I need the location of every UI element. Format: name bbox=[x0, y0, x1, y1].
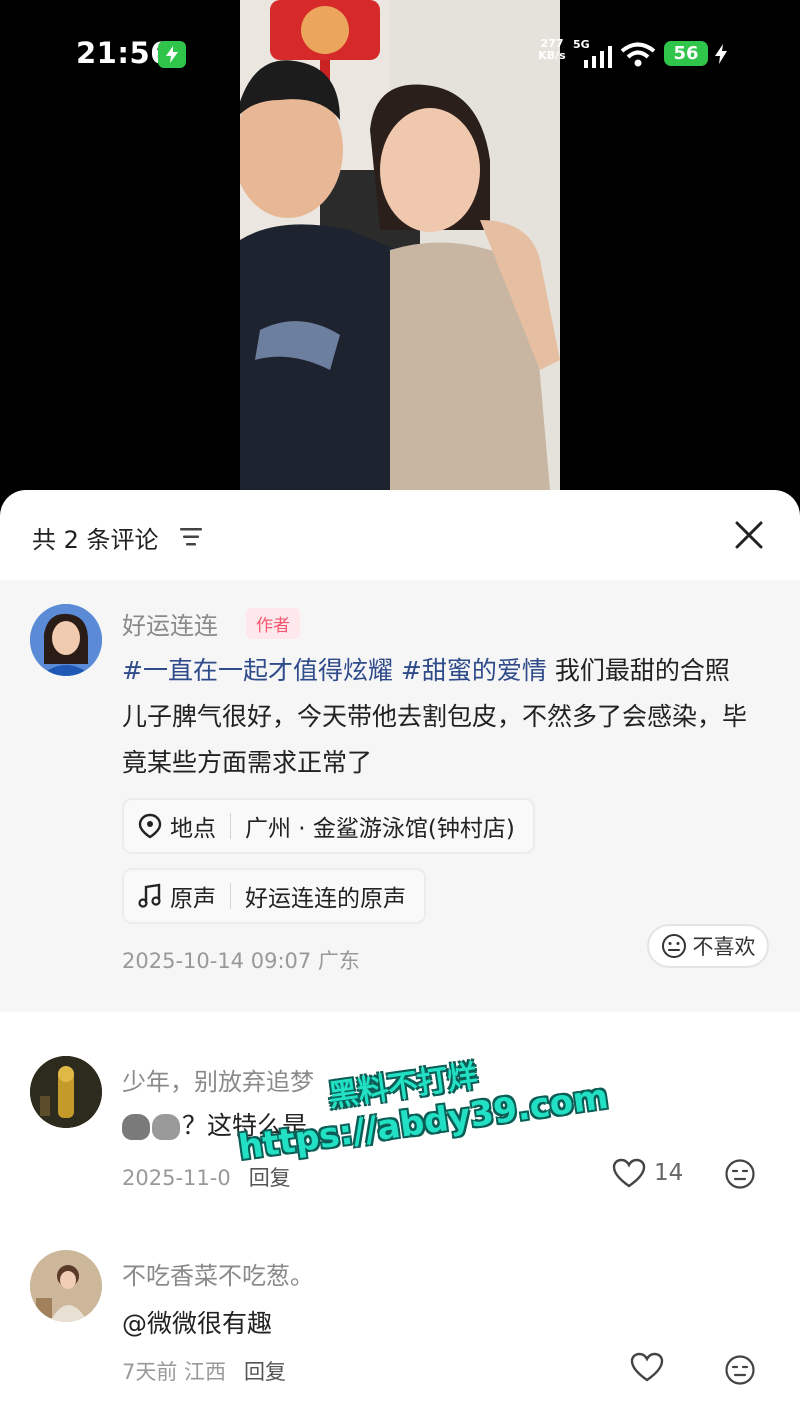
wifi-icon bbox=[620, 42, 656, 67]
comment-text: ？这特么是 bbox=[122, 1106, 307, 1142]
like-button[interactable]: 14 bbox=[612, 1158, 683, 1188]
sort-icon[interactable] bbox=[180, 527, 204, 547]
battery-indicator: 56 bbox=[664, 41, 708, 66]
chip-divider bbox=[230, 883, 231, 909]
post-timestamp: 2025-10-14 09:07 广东 bbox=[122, 949, 360, 973]
hashtag-link[interactable]: #一直在一起才值得炫耀 bbox=[122, 656, 393, 685]
avatar-commenter[interactable] bbox=[30, 1250, 102, 1322]
commenter-name[interactable]: 不吃香菜不吃葱。 bbox=[122, 1256, 314, 1291]
dislike-label: 不喜欢 bbox=[692, 935, 756, 959]
comment-sheet: 共 2 条评论 好运连连 作者 #一直在一起才值得炫耀 #甜蜜的爱情 我们最甜的… bbox=[0, 490, 800, 1420]
author-name[interactable]: 好运连连 bbox=[122, 606, 218, 641]
location-chip[interactable]: 地点 广州 · 金鲨游泳馆(钟村店) bbox=[122, 798, 535, 854]
signal-bars-icon bbox=[584, 46, 612, 68]
chip-divider bbox=[230, 813, 231, 839]
sound-value: 好运连连的原声 bbox=[245, 886, 406, 912]
author-badge: 作者 bbox=[246, 608, 300, 639]
sheet-header: 共 2 条评论 bbox=[0, 490, 800, 580]
hashtag-link[interactable]: #甜蜜的爱情 bbox=[401, 656, 547, 685]
reply-button[interactable]: 回复 bbox=[249, 1166, 291, 1190]
sound-label: 原声 bbox=[170, 886, 216, 912]
heart-icon bbox=[612, 1158, 646, 1188]
sound-chip[interactable]: 原声 好运连连的原声 bbox=[122, 868, 426, 924]
comment-meta: 7天前 江西 回复 bbox=[122, 1356, 286, 1386]
reaction-face-icon[interactable] bbox=[724, 1158, 756, 1190]
author-post-text: #一直在一起才值得炫耀 #甜蜜的爱情 我们最甜的合照 儿子脾气很好，今天带他去割… bbox=[122, 648, 762, 786]
cat-emoji-icon bbox=[122, 1114, 150, 1140]
comment-text: @微微很有趣 bbox=[122, 1309, 273, 1338]
commenter-name[interactable]: 少年，别放弃追梦 bbox=[122, 1062, 314, 1097]
close-icon[interactable] bbox=[731, 517, 767, 553]
like-count: 14 bbox=[654, 1160, 684, 1186]
reaction-face-icon[interactable] bbox=[724, 1354, 756, 1386]
charging-icon bbox=[158, 41, 186, 68]
dislike-face-icon bbox=[661, 934, 686, 958]
reply-button[interactable]: 回复 bbox=[244, 1360, 286, 1384]
location-value: 广州 · 金鲨游泳馆(钟村店) bbox=[245, 816, 515, 842]
dislike-button[interactable]: 不喜欢 bbox=[647, 924, 769, 968]
like-button[interactable] bbox=[630, 1352, 672, 1382]
network-speed: 277 KB/s bbox=[538, 37, 566, 62]
location-pin-icon bbox=[138, 813, 162, 839]
avatar-author[interactable] bbox=[30, 604, 102, 676]
comment-date: 2025-11-0 bbox=[122, 1166, 231, 1190]
comment-count-title: 共 2 条评论 bbox=[32, 526, 159, 554]
heart-icon bbox=[630, 1352, 664, 1382]
status-bar: 21:56 277 KB/s 5G 56 bbox=[0, 0, 800, 100]
avatar-commenter[interactable] bbox=[30, 1056, 102, 1128]
location-label: 地点 bbox=[170, 816, 216, 842]
comment-body: ？这特么是 bbox=[182, 1111, 308, 1140]
cat-emoji-icon bbox=[152, 1114, 180, 1140]
comment-meta: 2025-11-0 回复 bbox=[122, 1162, 291, 1192]
comment-date: 7天前 江西 bbox=[122, 1360, 227, 1384]
music-note-icon bbox=[138, 883, 161, 908]
clock: 21:56 bbox=[76, 36, 171, 70]
charging-bolt-icon bbox=[715, 44, 727, 64]
